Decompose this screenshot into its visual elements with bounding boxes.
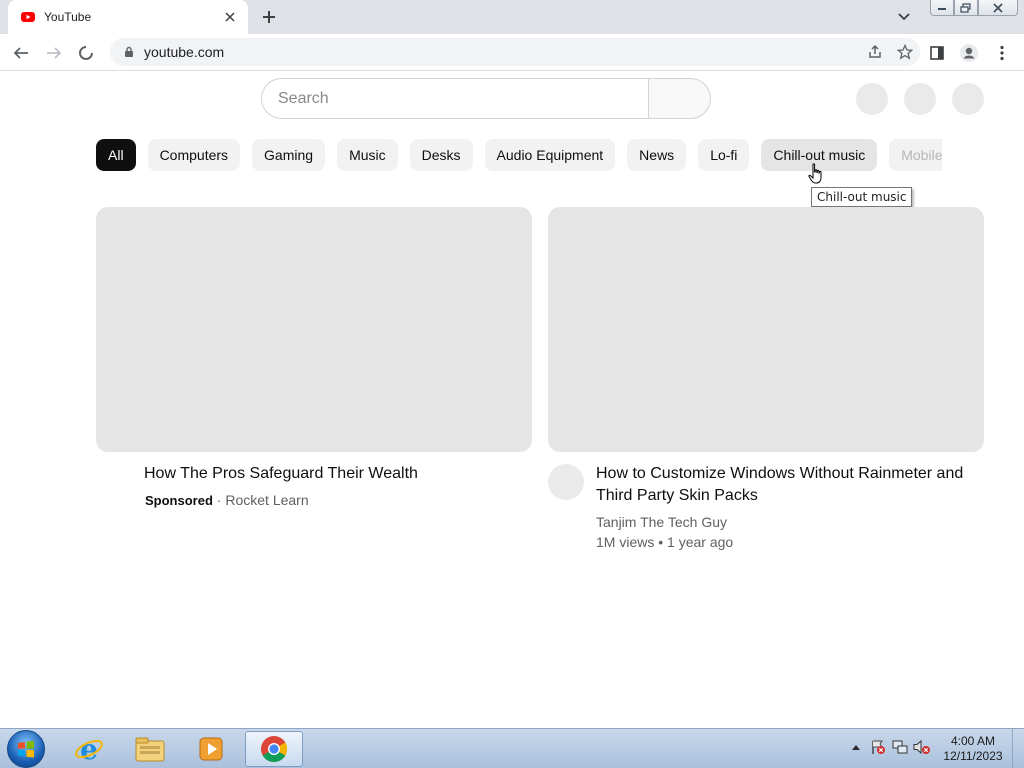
close-icon[interactable] — [978, 0, 1018, 16]
svg-text:e: e — [80, 734, 98, 764]
chip-gaming[interactable]: Gaming — [252, 139, 326, 171]
youtube-favicon-icon — [20, 9, 36, 25]
browser-tab-strip: YouTube — [0, 0, 1024, 34]
taskbar: e 4:00 AM 12/11/2023 — [0, 728, 1024, 768]
video-meta: Sponsored · Rocket Learn — [145, 490, 309, 511]
chip-news[interactable]: News — [627, 139, 687, 171]
system-tray — [845, 735, 933, 759]
star-icon[interactable] — [890, 38, 920, 66]
side-panel-icon[interactable] — [924, 40, 950, 66]
network-icon[interactable] — [889, 735, 911, 759]
profile-icon[interactable] — [956, 40, 982, 66]
notifications-icon[interactable] — [904, 83, 936, 115]
url-text[interactable]: youtube.com — [144, 44, 860, 60]
chip-computers[interactable]: Computers — [147, 139, 241, 171]
address-bar[interactable]: youtube.com — [110, 38, 920, 66]
loading-spinner-icon[interactable] — [73, 40, 99, 66]
search-button[interactable] — [648, 78, 711, 119]
clock-date: 12/11/2023 — [943, 749, 1003, 763]
video-thumbnail[interactable] — [96, 207, 532, 452]
tab-title: YouTube — [44, 10, 92, 24]
close-icon[interactable] — [222, 9, 238, 25]
internet-explorer-icon[interactable]: e — [60, 731, 118, 767]
forward-arrow-icon[interactable] — [41, 40, 67, 66]
channel-name[interactable]: Rocket Learn — [225, 492, 308, 508]
window-controls — [930, 0, 1018, 16]
clock-time: 4:00 AM — [950, 734, 996, 748]
chip-tooltip: Chill-out music — [811, 187, 913, 207]
taskbar-clock[interactable]: 4:00 AM 12/11/2023 — [940, 734, 1006, 764]
show-desktop-button[interactable] — [1012, 729, 1024, 768]
more-vert-icon[interactable] — [989, 40, 1015, 66]
chevron-down-icon[interactable] — [894, 8, 914, 26]
chip-mobile[interactable]: Mobile — [889, 139, 942, 171]
chip-music[interactable]: Music — [337, 139, 398, 171]
windows-start-icon[interactable] — [7, 730, 45, 768]
restore-icon[interactable] — [954, 0, 978, 16]
show-hidden-icons-icon[interactable] — [845, 735, 867, 759]
sponsored-label: Sponsored — [145, 493, 213, 508]
media-player-icon[interactable] — [182, 731, 240, 767]
chip-lo-fi[interactable]: Lo-fi — [698, 139, 750, 171]
back-arrow-icon[interactable] — [8, 40, 34, 66]
browser-toolbar: youtube.com — [0, 34, 1024, 71]
video-stats: 1M views • 1 year ago — [596, 534, 734, 550]
lock-icon[interactable] — [122, 45, 136, 59]
chip-all[interactable]: All — [96, 139, 136, 171]
chrome-icon[interactable] — [245, 731, 303, 767]
action-center-icon[interactable] — [867, 735, 889, 759]
browser-tab-youtube[interactable]: YouTube — [8, 0, 248, 34]
file-explorer-icon[interactable] — [121, 731, 179, 767]
search-bar: Search — [261, 78, 711, 119]
channel-avatar[interactable] — [548, 464, 584, 500]
minimize-icon[interactable] — [930, 0, 954, 16]
channel-name[interactable]: Tanjim The Tech Guy — [596, 512, 727, 532]
hand-cursor-icon — [808, 163, 822, 184]
search-input[interactable]: Search — [261, 78, 648, 119]
video-thumbnail[interactable] — [548, 207, 984, 452]
plus-icon[interactable] — [258, 6, 280, 28]
meta-separator: · — [212, 492, 226, 508]
share-icon[interactable] — [860, 38, 890, 66]
chip-audio-equipment[interactable]: Audio Equipment — [484, 139, 616, 171]
create-icon[interactable] — [856, 83, 888, 115]
chip-desks[interactable]: Desks — [409, 139, 473, 171]
volume-muted-icon[interactable] — [911, 735, 933, 759]
video-title[interactable]: How The Pros Safeguard Their Wealth — [144, 463, 524, 485]
video-title[interactable]: How to Customize Windows Without Rainmet… — [596, 463, 966, 507]
avatar[interactable] — [952, 83, 984, 115]
